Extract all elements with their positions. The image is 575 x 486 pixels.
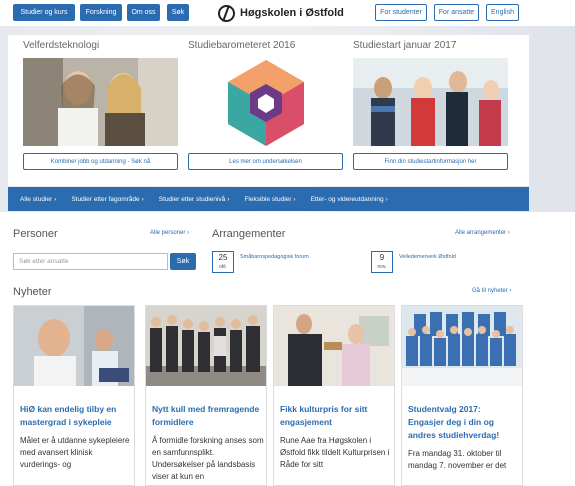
news-excerpt: Målet er å utdanne sykepleiere med avans… [20, 436, 130, 469]
news-headline[interactable]: Studentvalg 2017: Engasjer deg i din og … [408, 403, 518, 442]
news-image [274, 306, 394, 386]
news-image [146, 306, 266, 386]
logo-icon [218, 4, 235, 22]
category-etter-videreutdanning[interactable]: Etter- og videreutdanning › [311, 196, 388, 203]
study-category-bar: Alle studier › Studier etter fagområde › S… [8, 187, 529, 211]
news-headline[interactable]: Fikk kulturpris for sitt engasjement [280, 403, 390, 429]
feature-button[interactable]: Les mer om undersøkelsen [188, 153, 343, 170]
events-title: Arrangementer [212, 228, 286, 240]
all-events-link[interactable]: Alle arrangementer › [455, 230, 510, 236]
feature-image[interactable] [188, 58, 343, 146]
category-fagomrade[interactable]: Studier etter fagområde › [71, 196, 143, 203]
feature-button[interactable]: Kombiner jobb og utdanning - Søk nå [23, 153, 178, 170]
news-excerpt: Rune Aae fra Høgskolen i Østfold fikk ti… [280, 436, 390, 469]
for-studenter-link[interactable]: For studenter [375, 4, 427, 21]
event-date: 25 okt. [212, 251, 234, 273]
logo-text: Høgskolen i Østfold [240, 7, 344, 19]
event-date: 9 nov. [371, 251, 393, 273]
news-excerpt: Å formidle forskning anses som en samfun… [152, 436, 264, 481]
english-link[interactable]: English [486, 4, 519, 21]
nav-om-oss[interactable]: Om oss [127, 4, 160, 21]
search-employees-button[interactable]: Søk [170, 253, 196, 270]
news-card[interactable]: Fikk kulturpris for sitt engasjement Run… [273, 305, 395, 486]
news-title: Nyheter [13, 286, 52, 298]
feature-image[interactable] [353, 58, 508, 146]
event-title[interactable]: Småbarnspedagogisk forum [240, 254, 309, 260]
logo[interactable]: Høgskolen i Østfold [218, 3, 344, 23]
category-alle-studier[interactable]: Alle studier › [20, 196, 56, 203]
all-news-link[interactable]: Gå til nyheter › [472, 288, 511, 294]
all-persons-link[interactable]: Alle personer › [150, 230, 189, 236]
persons-title: Personer [13, 228, 58, 240]
top-header: Studier og kurs Forskning Om oss Søk Høg… [0, 0, 575, 26]
feature-cards: Velferdsteknologi Kombiner jobb og utdan… [8, 35, 529, 186]
category-fleksible[interactable]: Fleksible studier › [244, 196, 295, 203]
feature-image[interactable] [23, 58, 178, 146]
feature-title: Studiestart januar 2017 [353, 40, 457, 51]
feature-velferdsteknologi: Velferdsteknologi Kombiner jobb og utdan… [23, 40, 181, 170]
feature-title: Studiebarometeret 2016 [188, 40, 296, 51]
category-studieniva[interactable]: Studier etter studienivå › [159, 196, 230, 203]
nav-studier-og-kurs[interactable]: Studier og kurs [13, 4, 75, 21]
news-card[interactable]: HiØ kan endelig tilby en mastergrad i sy… [13, 305, 135, 486]
for-ansatte-link[interactable]: For ansatte [434, 4, 479, 21]
search-employees-input[interactable]: Søk etter ansatte [13, 253, 168, 270]
news-image [14, 306, 134, 386]
feature-studiestart: Studiestart januar 2017 Finn din studies… [353, 40, 511, 170]
hero-section: Velferdsteknologi Kombiner jobb og utdan… [0, 26, 575, 212]
feature-studiebarometeret: Studiebarometeret 2016 Les mer om unders… [188, 40, 346, 170]
news-card[interactable]: Nytt kull med fremragende formidlere Å f… [145, 305, 267, 486]
news-headline[interactable]: HiØ kan endelig tilby en mastergrad i sy… [20, 403, 130, 429]
feature-button[interactable]: Finn din studiestartinformasjon her [353, 153, 508, 170]
news-image [402, 306, 522, 386]
news-excerpt: Fra mandag 31. oktober til mandag 7. nov… [408, 449, 507, 470]
event-title[interactable]: Veiledemerverk Østfold [399, 254, 456, 260]
news-card[interactable]: Studentvalg 2017: Engasjer deg i din og … [401, 305, 523, 486]
nav-forskning[interactable]: Forskning [80, 4, 122, 21]
feature-title: Velferdsteknologi [23, 40, 100, 51]
news-headline[interactable]: Nytt kull med fremragende formidlere [152, 403, 262, 429]
nav-sok[interactable]: Søk [167, 4, 189, 21]
